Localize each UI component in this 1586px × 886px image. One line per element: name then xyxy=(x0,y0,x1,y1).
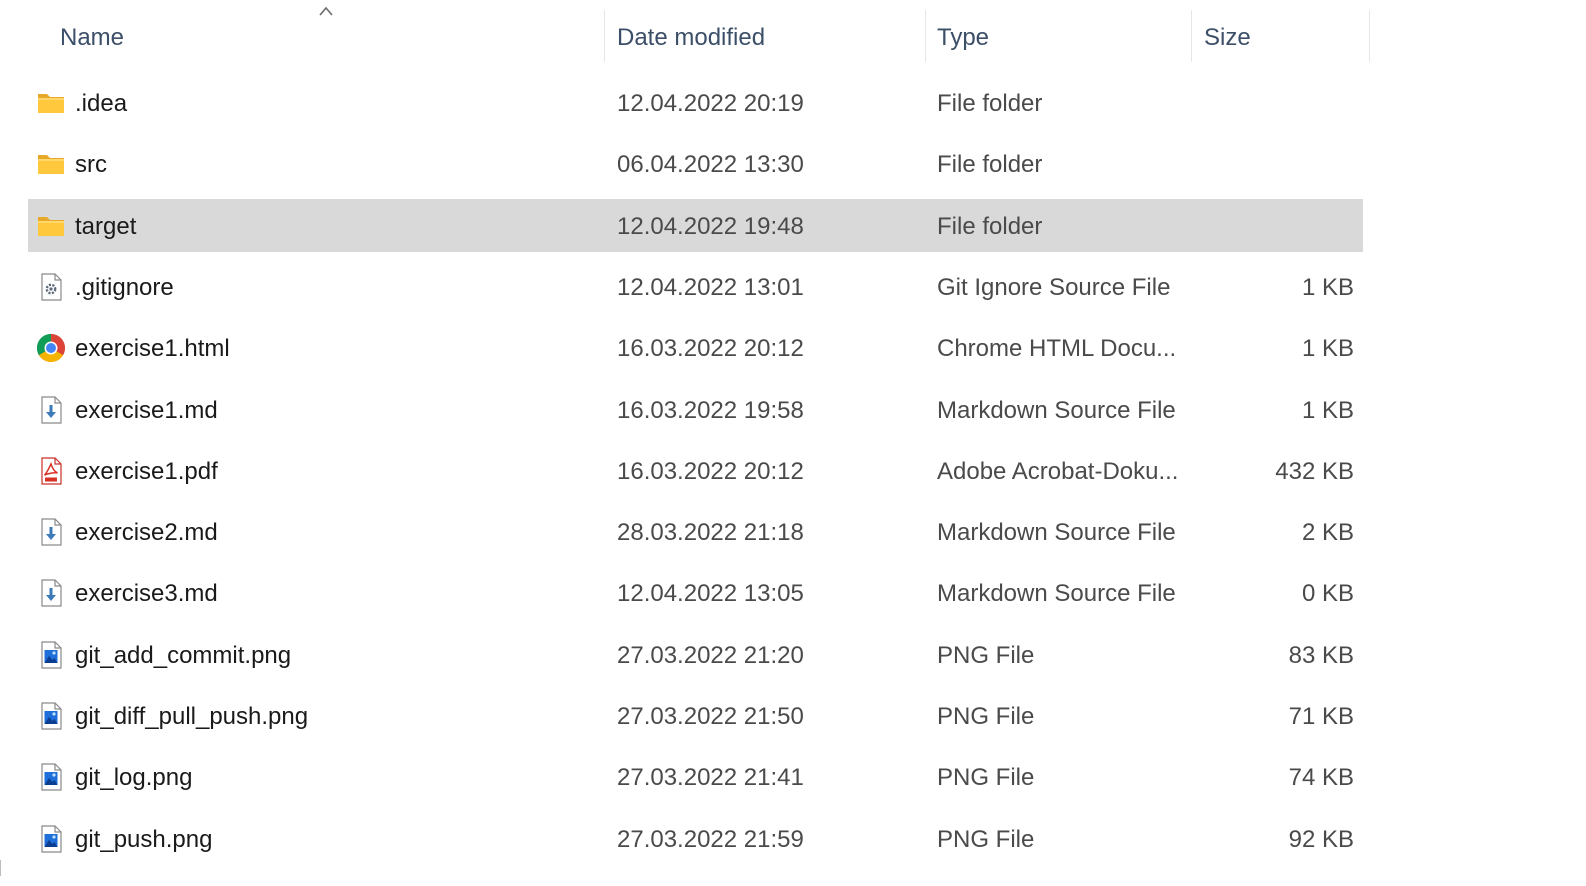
file-type: File folder xyxy=(937,212,1043,240)
file-size: 83 KB xyxy=(1288,641,1354,669)
file-date-modified: 28.03.2022 21:18 xyxy=(617,519,804,547)
left-edge-marker xyxy=(0,860,1,876)
image-file-icon xyxy=(36,701,66,731)
file-row[interactable]: exercise1.md 16.03.2022 19:58 Markdown Sou… xyxy=(28,383,1363,436)
file-type: Markdown Source File xyxy=(937,519,1176,547)
file-row[interactable]: .idea 12.04.2022 20:19 File folder xyxy=(28,76,1363,129)
file-size: 71 KB xyxy=(1288,703,1354,730)
file-name: git_log.png xyxy=(75,764,193,792)
chrome-icon xyxy=(36,333,66,363)
file-date-modified: 16.03.2022 20:12 xyxy=(617,457,804,485)
file-row[interactable]: target 12.04.2022 19:48 File folder xyxy=(28,198,1363,252)
file-type: Chrome HTML Docu... xyxy=(937,335,1177,363)
file-type: Adobe Acrobat-Doku... xyxy=(937,457,1179,485)
file-size: 0 KB xyxy=(1301,580,1354,608)
file-date-modified: 27.03.2022 21:20 xyxy=(617,641,804,669)
file-size: 1 KB xyxy=(1301,396,1354,424)
column-header-date-label: Date modified xyxy=(617,24,766,51)
file-name: .idea xyxy=(75,90,128,117)
file-type: Markdown Source File xyxy=(937,396,1176,424)
file-name: target xyxy=(75,212,137,240)
file-row[interactable]: exercise1.pdf 16.03.2022 20:12 Adobe Acrob… xyxy=(28,444,1363,497)
file-size: 1 KB xyxy=(1301,273,1354,301)
file-name: exercise2.md xyxy=(75,519,218,547)
file-type: PNG File xyxy=(937,825,1035,853)
markdown-file-icon xyxy=(36,517,66,547)
file-row[interactable]: .gitignore 12.04.2022 13:01 Git Ignore Sou… xyxy=(28,260,1363,313)
settings-file-icon xyxy=(36,272,66,302)
file-name: .gitignore xyxy=(75,273,174,301)
file-name: exercise3.md xyxy=(75,580,218,608)
file-row[interactable]: exercise1.html 16.03.2022 20:12 Chrome HTM… xyxy=(28,321,1363,374)
file-date-modified: 27.03.2022 21:59 xyxy=(617,825,804,853)
column-header-type[interactable]: Type xyxy=(925,0,1191,66)
file-type: Markdown Source File xyxy=(937,580,1176,608)
column-header-name-label: Name xyxy=(60,24,125,51)
file-name: git_diff_pull_push.png xyxy=(75,703,309,730)
file-row[interactable]: git_log.png 27.03.2022 21:41 PNG File 74 KB xyxy=(28,750,1363,803)
file-row[interactable]: exercise3.md 12.04.2022 13:05 Markdown Sou… xyxy=(28,566,1363,619)
file-type: PNG File xyxy=(937,764,1035,792)
column-header-size[interactable]: Size xyxy=(1192,0,1369,66)
file-row[interactable]: git_diff_pull_push.png 27.03.2022 21:50 PN… xyxy=(28,689,1363,742)
column-header-date-modified[interactable]: Date modified xyxy=(605,0,925,66)
image-file-icon xyxy=(36,640,66,670)
file-row[interactable]: src 06.04.2022 13:30 File folder xyxy=(28,137,1363,190)
file-date-modified: 27.03.2022 21:41 xyxy=(617,764,804,792)
file-row[interactable]: git_add_commit.png 27.03.2022 21:20 PNG Fi… xyxy=(28,628,1363,681)
markdown-file-icon xyxy=(36,395,66,425)
file-name: exercise1.pdf xyxy=(75,457,218,485)
file-type: PNG File xyxy=(937,703,1035,730)
file-date-modified: 06.04.2022 13:30 xyxy=(617,151,804,179)
file-type: File folder xyxy=(937,151,1043,179)
file-date-modified: 16.03.2022 19:58 xyxy=(617,396,804,424)
file-type: PNG File xyxy=(937,641,1035,669)
file-size: 74 KB xyxy=(1288,764,1354,792)
file-date-modified: 12.04.2022 20:19 xyxy=(617,90,804,117)
pdf-file-icon xyxy=(36,456,66,486)
file-date-modified: 12.04.2022 19:48 xyxy=(617,212,804,240)
file-name: src xyxy=(75,151,107,179)
folder-icon xyxy=(36,149,66,179)
column-header-size-label: Size xyxy=(1204,24,1251,51)
file-date-modified: 16.03.2022 20:12 xyxy=(617,335,804,363)
file-name: git_push.png xyxy=(75,825,213,853)
sort-ascending-chevron-icon xyxy=(319,6,333,16)
file-date-modified: 27.03.2022 21:50 xyxy=(617,703,804,730)
image-file-icon xyxy=(36,762,66,792)
markdown-file-icon xyxy=(36,578,66,608)
file-name: git_add_commit.png xyxy=(75,641,292,669)
file-date-modified: 12.04.2022 13:05 xyxy=(617,580,804,608)
file-row[interactable]: exercise2.md 28.03.2022 21:18 Markdown Sou… xyxy=(28,505,1363,558)
file-row[interactable]: git_push.png 27.03.2022 21:59 PNG File 92 K… xyxy=(28,812,1363,865)
image-file-icon xyxy=(36,824,66,854)
file-type: File folder xyxy=(937,90,1043,117)
column-header-bar: Name Date modified Type Size xyxy=(0,0,1586,66)
file-size: 1 KB xyxy=(1301,335,1354,363)
file-size: 92 KB xyxy=(1288,825,1354,853)
column-header-type-label: Type xyxy=(937,24,990,51)
folder-icon xyxy=(36,211,66,241)
file-name: exercise1.md xyxy=(75,396,218,424)
file-type: Git Ignore Source File xyxy=(937,273,1171,301)
file-size: 432 KB xyxy=(1275,457,1354,485)
file-name: exercise1.html xyxy=(75,335,230,363)
folder-icon xyxy=(36,88,66,118)
file-date-modified: 12.04.2022 13:01 xyxy=(617,273,804,301)
column-divider-size[interactable] xyxy=(1369,10,1370,62)
file-size: 2 KB xyxy=(1301,519,1354,547)
